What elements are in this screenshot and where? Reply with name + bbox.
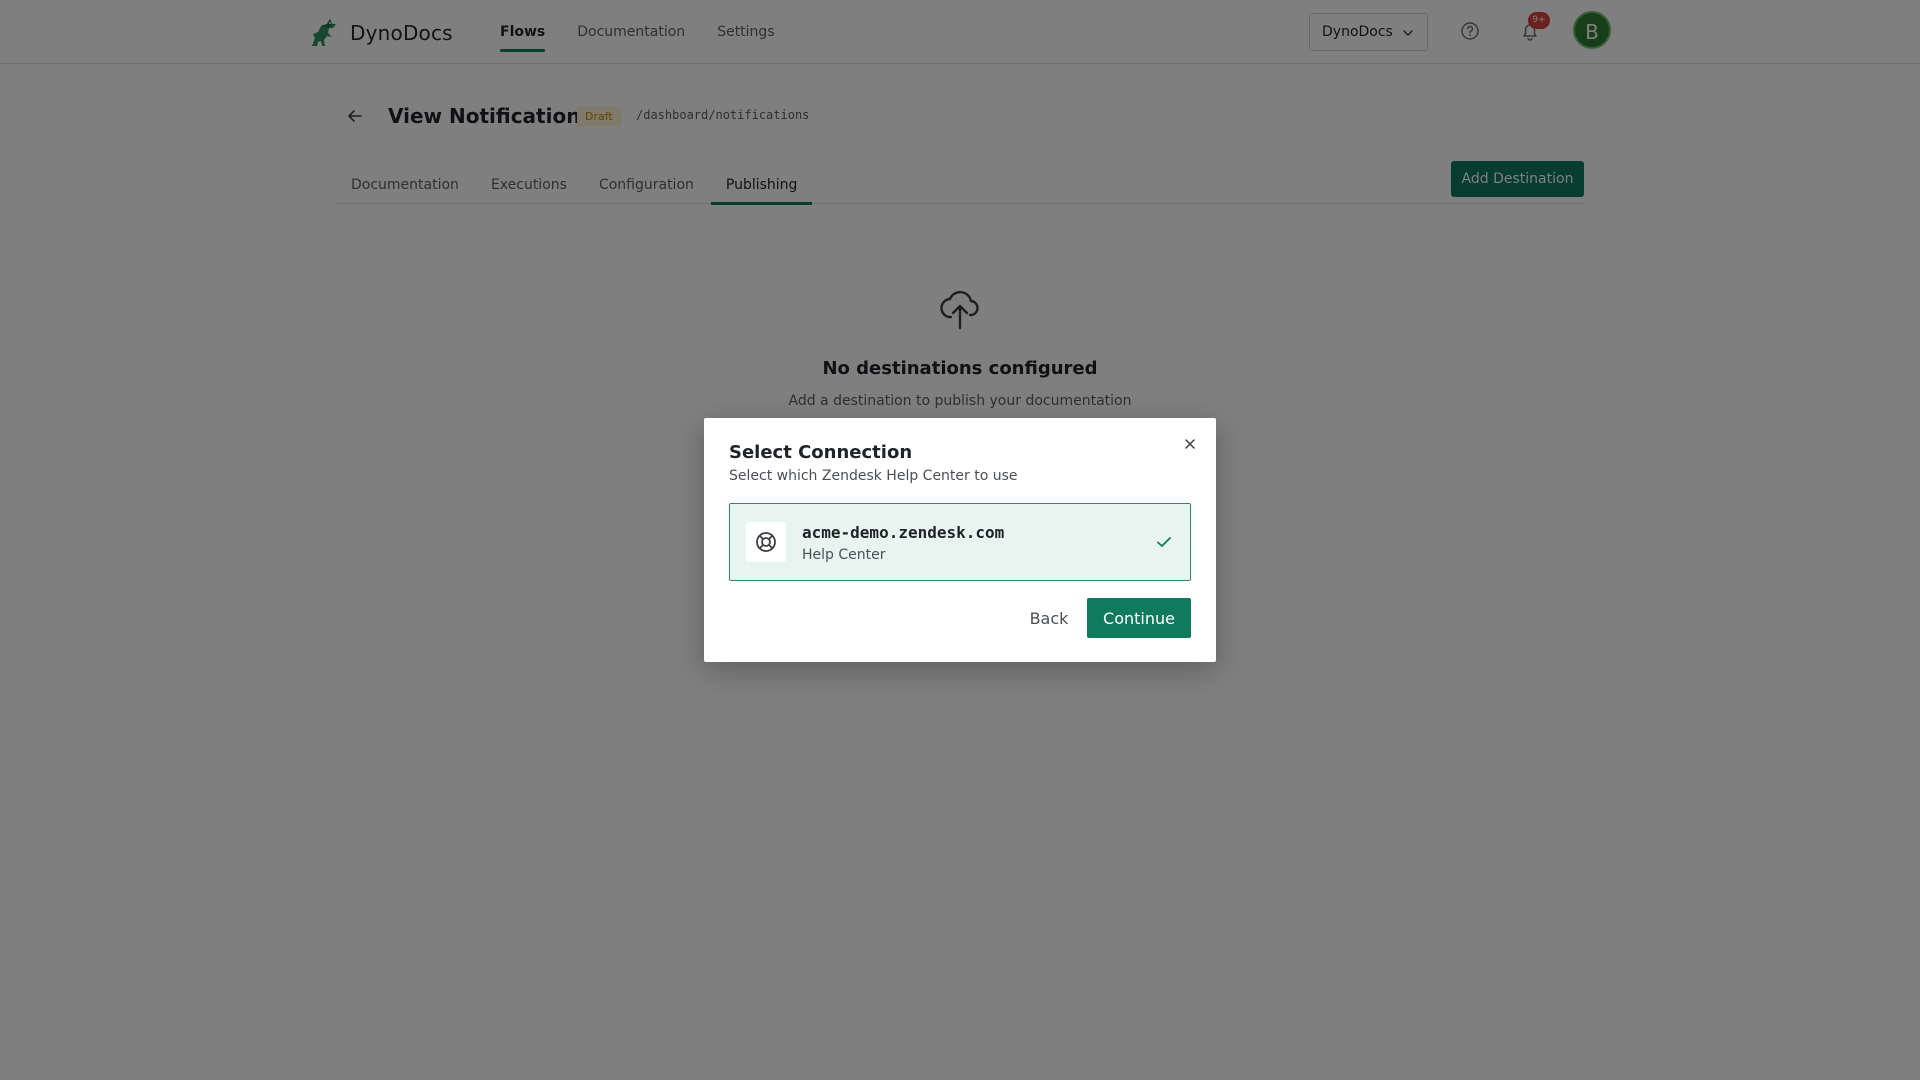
connection-icon-box (746, 522, 786, 562)
check-icon (1157, 537, 1171, 547)
connection-option[interactable]: acme-demo.zendesk.com Help Center (729, 503, 1191, 581)
select-connection-dialog: Select Connection Select which Zendesk H… (704, 418, 1216, 662)
back-button[interactable]: Back (1013, 598, 1085, 638)
lifebuoy-icon (756, 532, 776, 552)
dialog-subtitle: Select which Zendesk Help Center to use (729, 468, 1018, 484)
continue-button[interactable]: Continue (1087, 598, 1191, 638)
close-icon[interactable] (1182, 436, 1198, 452)
dialog-title: Select Connection (729, 442, 913, 463)
connection-name: acme-demo.zendesk.com (802, 523, 1005, 542)
connection-type: Help Center (802, 547, 886, 563)
